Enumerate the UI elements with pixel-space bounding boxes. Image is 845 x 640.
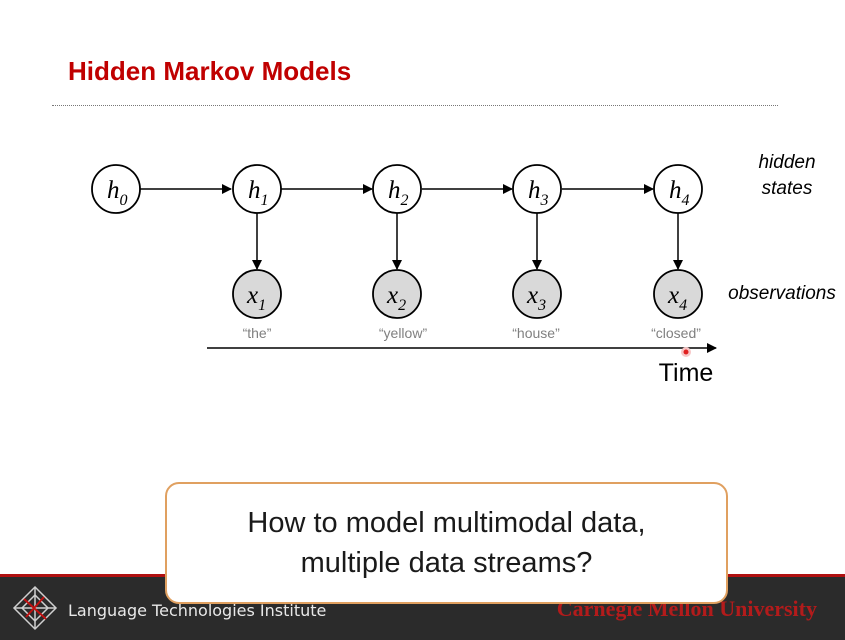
hidden-node-h0: h0 [91, 164, 141, 214]
word-label-2: “yellow” [379, 325, 428, 341]
observed-node-x4: x4 [653, 269, 703, 319]
word-label-1: “the” [243, 325, 272, 341]
word-label-4: “closed” [651, 325, 701, 341]
observed-node-x2: x2 [372, 269, 422, 319]
observed-node-x3: x3 [512, 269, 562, 319]
callout-question: How to model multimodal data, multiple d… [247, 507, 646, 579]
time-label: Time [659, 359, 714, 387]
observations-label: observations [728, 283, 836, 304]
hidden-node-h2: h2 [372, 164, 422, 214]
question-callout-box: How to model multimodal data, multiple d… [165, 482, 728, 604]
hidden-states-label-line1: hidden [758, 152, 815, 173]
hidden-states-label-line2: states [762, 178, 813, 199]
hidden-node-h3: h3 [512, 164, 562, 214]
word-label-3: “house” [512, 325, 560, 341]
lti-logo-icon [12, 585, 58, 631]
hidden-node-h1: h1 [232, 164, 282, 214]
observed-node-x1: x1 [232, 269, 282, 319]
hidden-node-h4: h4 [653, 164, 703, 214]
